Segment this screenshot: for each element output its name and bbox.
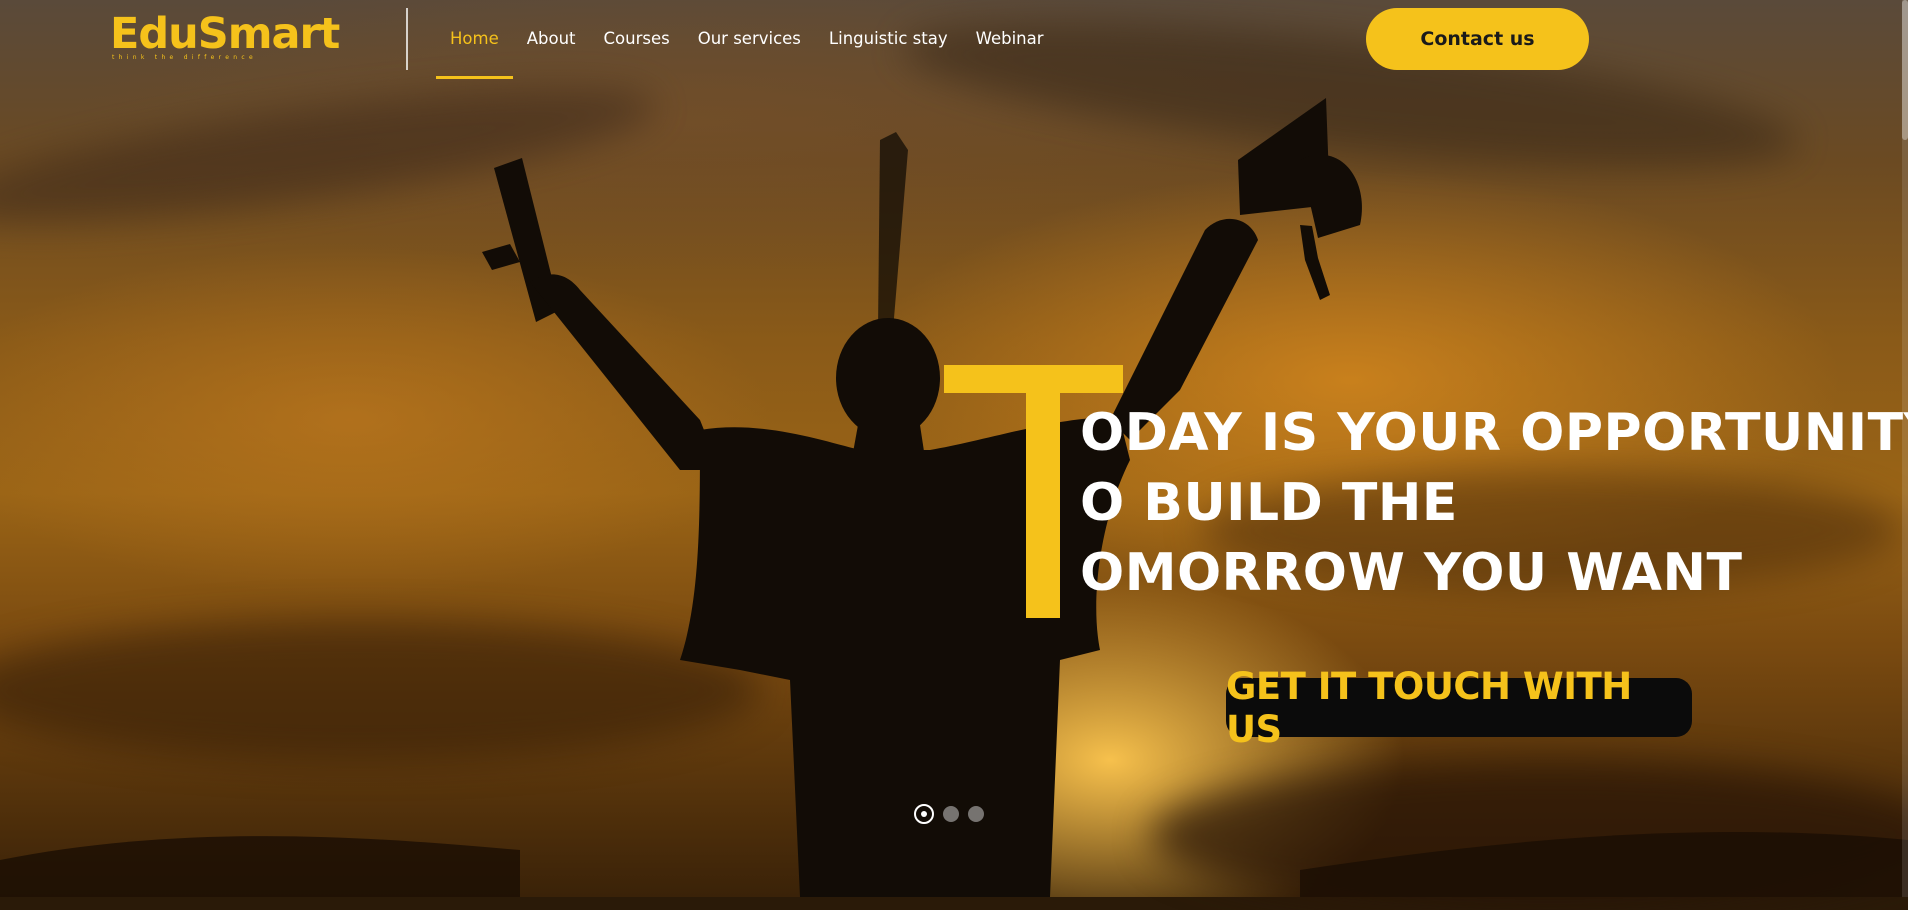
contact-us-button[interactable]: Contact us (1366, 8, 1589, 70)
slider-dot-2[interactable] (943, 806, 959, 822)
headline-line-1: ODAY IS YOUR OPPORTUNITY (1080, 403, 1908, 463)
nav-item-home[interactable]: Home (436, 0, 513, 80)
site-header: EduSmart think the difference Home About… (0, 0, 1908, 80)
slider-dot-3[interactable] (968, 806, 984, 822)
nav-item-our-services[interactable]: Our services (684, 0, 815, 80)
nav-item-courses[interactable]: Courses (590, 0, 684, 80)
headline-line-3: OMORROW YOU WANT (1080, 543, 1743, 603)
nav-item-linguistic-stay[interactable]: Linguistic stay (815, 0, 962, 80)
nav-item-about[interactable]: About (513, 0, 590, 80)
main-nav: Home About Courses Our services Linguist… (436, 0, 1058, 80)
page-scrollbar[interactable] (1902, 0, 1908, 897)
get-in-touch-button[interactable]: GET IT TOUCH WITH US (1226, 665, 1692, 751)
scrollbar-thumb[interactable] (1902, 0, 1908, 140)
nav-item-webinar[interactable]: Webinar (962, 0, 1058, 80)
logo-text: EduSmart (110, 9, 340, 59)
header-divider (406, 8, 408, 70)
hero-headline: ODAY IS YOUR OPPORTUNITY O BUILD THE OMO… (1080, 398, 1908, 608)
slider-dot-1[interactable] (914, 804, 934, 824)
headline-line-2: O BUILD THE (1080, 473, 1458, 533)
slider-dots (914, 804, 984, 824)
logo-tagline: think the difference (112, 54, 257, 61)
edusmart-logo[interactable]: EduSmart think the difference (110, 9, 340, 65)
